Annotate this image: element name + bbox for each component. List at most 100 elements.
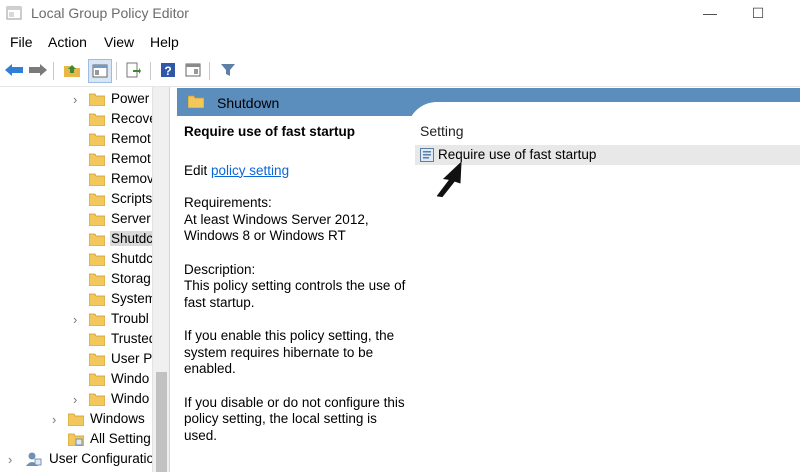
tree-item[interactable]: › Troubl (0, 310, 152, 330)
tree-item[interactable]: Recove (0, 110, 152, 130)
extended-view-button[interactable] (182, 59, 204, 81)
setting-row-require-fast-startup[interactable]: Require use of fast startup (415, 145, 800, 165)
tree-item-label: Trusted (111, 331, 152, 346)
setting-column-header[interactable]: Setting (420, 123, 464, 139)
edit-policy-setting-link[interactable]: policy setting (211, 163, 289, 178)
help-button[interactable]: ? (157, 59, 179, 81)
tree-item[interactable]: › Windo (0, 390, 152, 410)
toolbar-separator (116, 62, 117, 80)
tree-item[interactable]: Storag (0, 270, 152, 290)
export-list-icon (126, 62, 141, 78)
menu-bar: File Action View Help (0, 30, 800, 54)
tree-item[interactable]: Remot (0, 130, 152, 150)
header-curve-decoration (407, 102, 800, 116)
chevron-right-icon[interactable]: › (73, 312, 83, 327)
pane-splitter[interactable] (169, 87, 177, 472)
header-title: Shutdown (217, 95, 280, 111)
description-line: fast startup. (184, 294, 255, 310)
folder-icon (89, 113, 105, 126)
tree-item-label: Troubl (111, 311, 149, 326)
tree-item-label: Recove (111, 111, 152, 126)
tree-item[interactable]: User Pr (0, 350, 152, 370)
description-line: This policy setting controls the use of (184, 278, 406, 293)
edit-prefix: Edit (184, 162, 208, 178)
scrollbar-thumb[interactable] (156, 372, 167, 472)
tree-item-label: Remot (111, 151, 151, 166)
forward-arrow-icon (29, 64, 47, 76)
back-button[interactable] (3, 59, 25, 81)
folder-icon (89, 393, 105, 406)
tree-item[interactable]: System (0, 290, 152, 310)
minimize-button[interactable]: — (698, 3, 722, 23)
tree-item[interactable]: Windo (0, 370, 152, 390)
console-tree: › Power Recove Remot Remot Remov Scripts Server… (0, 87, 152, 472)
tree-item-label: User Pr (111, 351, 152, 366)
tree-item[interactable]: › User Configuratio (0, 450, 152, 470)
tree-item-label: Shutdc (110, 231, 152, 246)
disable-text-line: policy setting, the local setting is (184, 411, 377, 426)
chevron-right-icon[interactable]: › (8, 452, 18, 467)
tree-scrollbar[interactable] (152, 87, 170, 472)
title-bar: Local Group Policy Editor — ☐ (0, 0, 800, 28)
help-icon: ? (161, 63, 175, 78)
description-label: Description: (184, 261, 256, 277)
enable-text-line: If you enable this policy setting, the (184, 328, 395, 343)
policy-description-panel: Require use of fast startup Edit policy … (184, 124, 409, 444)
enable-text-line: system requires hibernate to be (184, 344, 374, 360)
forward-button[interactable] (27, 59, 49, 81)
requirements-label: Requirements: (184, 195, 272, 210)
tree-item[interactable]: Server (0, 210, 152, 230)
tree-item-label: Windo (111, 391, 150, 406)
folder-icon (188, 95, 204, 108)
all-settings-icon (68, 433, 84, 446)
tree-item[interactable]: Remov (0, 170, 152, 190)
toolbar-separator (209, 62, 210, 80)
tree-item-label: Server (111, 211, 151, 226)
maximize-button[interactable]: ☐ (746, 3, 770, 23)
toolbar-separator (150, 62, 151, 80)
menu-action[interactable]: Action (48, 34, 87, 50)
tree-item-label: Power (111, 91, 150, 106)
folder-icon (89, 313, 105, 326)
tree-item[interactable]: Remot (0, 150, 152, 170)
show-hide-tree-button[interactable] (88, 59, 112, 83)
chevron-right-icon[interactable]: › (52, 412, 62, 427)
tree-item[interactable]: Shutdc (0, 230, 152, 250)
menu-file[interactable]: File (10, 34, 33, 50)
folder-icon (89, 273, 105, 286)
enable-text-line: enabled. (184, 361, 236, 376)
folder-icon (89, 233, 105, 246)
tree-item[interactable]: › Windows (0, 410, 152, 430)
folder-icon (89, 173, 105, 186)
filter-button[interactable] (217, 59, 239, 81)
folder-icon (89, 153, 105, 166)
tree-item[interactable]: › Power (0, 90, 152, 110)
policy-title: Require use of fast startup (184, 124, 356, 139)
tree-item[interactable]: All Setting (0, 430, 152, 450)
tree-item-label: Scripts (111, 191, 152, 206)
folder-icon (89, 93, 105, 106)
folder-icon (68, 413, 84, 426)
group-policy-app-icon (6, 6, 22, 20)
toolbar: ? (0, 56, 800, 87)
tree-item[interactable]: Trusted (0, 330, 152, 350)
tree-item[interactable]: Shutdc (0, 250, 152, 270)
chevron-right-icon[interactable]: › (73, 392, 83, 407)
folder-icon (89, 293, 105, 306)
up-one-level-button[interactable] (61, 59, 83, 81)
folder-icon (89, 253, 105, 266)
svg-text:?: ? (164, 64, 171, 78)
menu-help[interactable]: Help (150, 34, 179, 50)
export-list-button[interactable] (122, 59, 144, 81)
toolbar-separator (53, 62, 54, 80)
tree-item-label: Storag (111, 271, 151, 286)
tree-item-label: User Configuratio (49, 451, 152, 466)
tree-item-label: Windo (111, 371, 150, 386)
tree-item[interactable]: Scripts (0, 190, 152, 210)
chevron-right-icon[interactable]: › (73, 92, 83, 107)
menu-view[interactable]: View (104, 34, 134, 50)
requirements-line: Windows 8 or Windows RT (184, 228, 346, 243)
user-configuration-icon (26, 452, 42, 466)
pointer-arrow-icon (437, 161, 462, 198)
back-arrow-icon (5, 64, 23, 76)
